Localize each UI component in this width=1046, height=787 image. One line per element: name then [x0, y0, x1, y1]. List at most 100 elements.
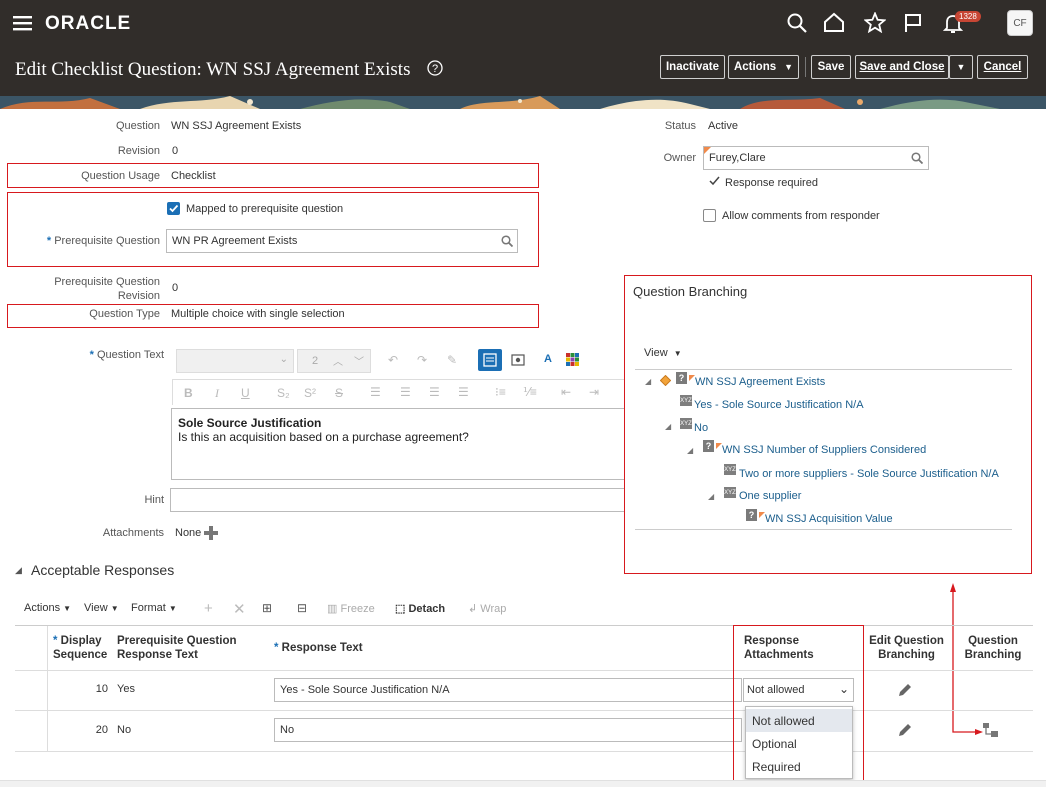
collapse-triangle-icon[interactable]: ◢ [687, 446, 693, 455]
dropdown-option-optional[interactable]: Optional [746, 732, 852, 755]
revision-value: 0 [172, 145, 179, 157]
align-right-icon[interactable]: ☰ [429, 385, 440, 399]
row-sequence: 20 [95, 724, 108, 736]
row-prerequisite-response: Yes [117, 683, 135, 695]
owner-input[interactable]: Furey,Clare [703, 146, 929, 170]
menu-icon[interactable] [13, 15, 32, 31]
redo-icon[interactable]: ↷ [417, 353, 427, 367]
branch-node-two-or-more[interactable]: Two or more suppliers - Sole Source Just… [739, 468, 999, 480]
page-header: Edit Checklist Question: WN SSJ Agreemen… [0, 48, 1046, 96]
col-header-edit-question-branching[interactable]: Edit Question Branching [864, 634, 949, 662]
response-text-input[interactable]: Yes - Sole Source Justification N/A [274, 678, 742, 702]
justify-icon[interactable]: ☰ [458, 385, 469, 399]
question-branching-icon[interactable] [983, 723, 999, 738]
align-left-icon[interactable]: ☰ [370, 385, 381, 399]
user-avatar[interactable]: CF [1007, 10, 1033, 36]
table-view-menu[interactable]: View ▼ [84, 602, 119, 614]
save-and-close-button[interactable]: Save and Close [855, 55, 949, 79]
allow-comments-checkbox[interactable] [703, 209, 716, 222]
collapse-section-icon[interactable]: ◢ [15, 565, 22, 576]
search-icon[interactable] [911, 152, 923, 164]
font-color-icon[interactable]: A [544, 353, 552, 365]
superscript-icon[interactable]: S² [304, 386, 316, 400]
font-family-select[interactable]: ⌄ [176, 349, 294, 373]
branch-node-yes[interactable]: Yes - Sole Source Justification N/A [694, 399, 864, 411]
table-row[interactable]: 10 Yes Yes - Sole Source Justification N… [49, 670, 1029, 710]
source-view-icon[interactable] [511, 353, 525, 367]
flag-icon[interactable] [903, 13, 923, 33]
response-icon: XYZ [724, 464, 736, 475]
outdent-icon[interactable]: ⇤ [561, 385, 571, 399]
hint-input[interactable] [170, 488, 630, 512]
table-actions-menu[interactable]: Actions ▼ [24, 602, 71, 614]
response-attachments-dropdown-list[interactable]: Not allowed Optional Required [745, 706, 853, 779]
strikethrough-icon[interactable]: S [335, 386, 343, 400]
bullet-list-icon[interactable]: ⁝≡ [495, 385, 506, 399]
col-header-response-text[interactable]: * Response Text [274, 641, 363, 655]
question-text-editor[interactable]: Sole Source Justification Is this an acq… [171, 408, 631, 480]
clear-format-icon[interactable]: ✎ [447, 353, 457, 367]
subscript-icon[interactable]: S₂ [277, 386, 290, 400]
branch-node-acquisition-value[interactable]: WN SSJ Acquisition Value [765, 513, 893, 525]
mapped-prerequisite-checkbox[interactable] [167, 202, 180, 215]
col-header-response-text-label: Response Text [281, 642, 363, 654]
edit-branching-pencil-icon[interactable] [897, 682, 913, 698]
col-header-prerequisite-response[interactable]: Prerequisite Question Response Text [117, 634, 237, 662]
prerequisite-revision-value: 0 [172, 282, 179, 294]
collapse-triangle-icon[interactable]: ◢ [708, 492, 714, 501]
branch-node-one-supplier[interactable]: One supplier [739, 490, 801, 502]
status-label: Status [664, 120, 696, 132]
bold-icon[interactable]: B [184, 386, 193, 400]
table-row[interactable]: 20 No No [49, 710, 1029, 750]
prerequisite-question-input[interactable]: WN PR Agreement Exists [166, 229, 518, 253]
dropdown-option-not-allowed[interactable]: Not allowed [746, 709, 852, 732]
search-icon[interactable] [501, 235, 513, 247]
branch-node-number-suppliers[interactable]: WN SSJ Number of Suppliers Considered [722, 444, 926, 456]
inactivate-button[interactable]: Inactivate [660, 55, 725, 79]
collapse-triangle-icon[interactable]: ◢ [645, 377, 651, 386]
col-header-question-branching[interactable]: Question Branching [958, 634, 1028, 662]
actions-menu-label: Actions [733, 61, 777, 73]
wrap-button[interactable]: ↲ Wrap [468, 602, 506, 615]
detach-button[interactable]: ⬚ Detach [395, 602, 445, 615]
filter-icon[interactable]: ⊟ [297, 601, 307, 615]
undo-icon[interactable]: ↶ [388, 353, 398, 367]
home-icon[interactable] [823, 12, 845, 32]
background-color-icon[interactable] [566, 353, 579, 366]
cancel-button[interactable]: Cancel [977, 55, 1028, 79]
branching-view-label: View [644, 347, 668, 359]
horizontal-scrollbar[interactable] [0, 780, 1046, 787]
indent-icon[interactable]: ⇥ [589, 385, 599, 399]
response-icon: XYZ [680, 395, 692, 406]
align-center-icon[interactable]: ☰ [400, 385, 411, 399]
table-format-menu[interactable]: Format ▼ [131, 602, 177, 614]
dropdown-option-required[interactable]: Required [746, 755, 852, 778]
favorites-star-icon[interactable] [864, 12, 886, 33]
save-button[interactable]: Save [811, 55, 851, 79]
help-icon[interactable]: ? [427, 60, 443, 76]
numbered-list-icon[interactable]: ⅟≡ [523, 385, 537, 399]
add-attachment-icon[interactable] [204, 526, 218, 540]
edit-branching-pencil-icon[interactable] [897, 722, 913, 738]
underline-icon[interactable]: U [241, 386, 250, 400]
freeze-button[interactable]: ▥ Freeze [327, 602, 375, 615]
italic-icon[interactable]: I [215, 386, 219, 401]
oracle-logo[interactable]: ORACLE [45, 13, 131, 35]
font-size-select[interactable]: 2 ︿ ﹀ [297, 349, 371, 373]
search-icon[interactable] [787, 13, 807, 33]
delete-row-icon[interactable]: ✕ [233, 600, 246, 618]
required-indicator: * [274, 642, 282, 654]
col-header-display-sequence[interactable]: * Display Sequence [53, 634, 107, 662]
add-row-icon[interactable]: + [204, 600, 213, 617]
branching-view-menu[interactable]: View ▼ [644, 347, 682, 359]
branch-node-root[interactable]: WN SSJ Agreement Exists [695, 376, 825, 388]
actions-menu-button[interactable]: Actions ▼ [728, 55, 799, 79]
save-options-dropdown[interactable]: ▼ [949, 55, 973, 79]
branch-node-no[interactable]: No [694, 422, 708, 434]
query-by-example-icon[interactable]: ⊞ [262, 601, 272, 615]
attachments-value: None [175, 527, 202, 539]
response-text-input[interactable]: No [274, 718, 742, 742]
collapse-triangle-icon[interactable]: ◢ [665, 422, 671, 431]
rich-text-mode-icon[interactable] [478, 349, 502, 371]
hint-label: Hint [144, 494, 164, 506]
